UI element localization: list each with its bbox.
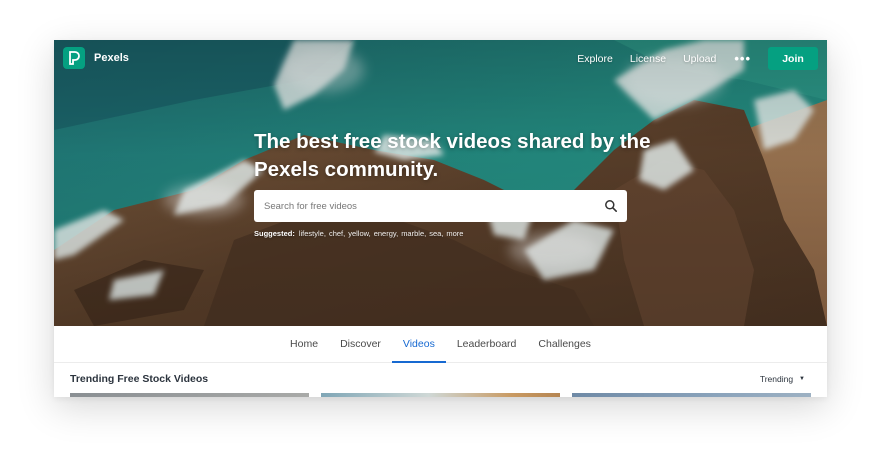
browser-viewport: Pexels Explore License Upload ••• Join T… [54,40,827,397]
join-button[interactable]: Join [768,47,818,70]
suggested-lifestyle[interactable]: lifestyle, [299,229,326,238]
suggested-label: Suggested: [254,229,295,238]
nav-upload-link[interactable]: Upload [683,53,716,65]
section-tabs: Home Discover Videos Leaderboard Challen… [54,326,827,363]
tab-leaderboard[interactable]: Leaderboard [456,326,518,362]
pexels-logo-icon [63,47,85,69]
page: Pexels Explore License Upload ••• Join T… [0,0,880,466]
hero-headline: The best free stock videos shared by the… [254,130,651,181]
suggested-yellow[interactable]: yellow, [348,229,371,238]
nav-license-link[interactable]: License [630,53,666,65]
tab-discover[interactable]: Discover [339,326,382,362]
brand-name: Pexels [94,52,129,64]
video-thumbnail[interactable] [70,393,309,397]
nav-explore-link[interactable]: Explore [577,53,613,65]
suggested-energy[interactable]: energy, [374,229,398,238]
suggested-searches: Suggested: lifestyle, chef, yellow, ener… [254,229,466,238]
sort-dropdown[interactable]: Trending ▼ [760,374,805,384]
hero-banner: Pexels Explore License Upload ••• Join T… [54,40,827,326]
tab-home[interactable]: Home [289,326,319,362]
video-grid [70,393,811,397]
caret-down-icon: ▼ [799,376,805,382]
nav-links: Explore License Upload ••• Join [560,47,818,70]
video-thumbnail[interactable] [321,393,560,397]
brand-logo[interactable]: Pexels [63,47,129,69]
more-options-icon[interactable]: ••• [734,52,751,65]
top-navigation: Pexels Explore License Upload ••• Join [54,40,827,78]
suggested-chef[interactable]: chef, [329,229,345,238]
search-input[interactable] [264,200,584,212]
search-icon[interactable] [604,199,618,213]
video-thumbnail[interactable] [572,393,811,397]
search-bar [254,190,627,222]
section-title: Trending Free Stock Videos [70,373,209,385]
suggested-sea[interactable]: sea, [429,229,443,238]
sort-label: Trending [759,374,794,384]
tab-challenges[interactable]: Challenges [537,326,592,362]
tab-videos[interactable]: Videos [391,326,446,363]
suggested-more[interactable]: more [446,229,463,238]
suggested-marble[interactable]: marble, [401,229,426,238]
